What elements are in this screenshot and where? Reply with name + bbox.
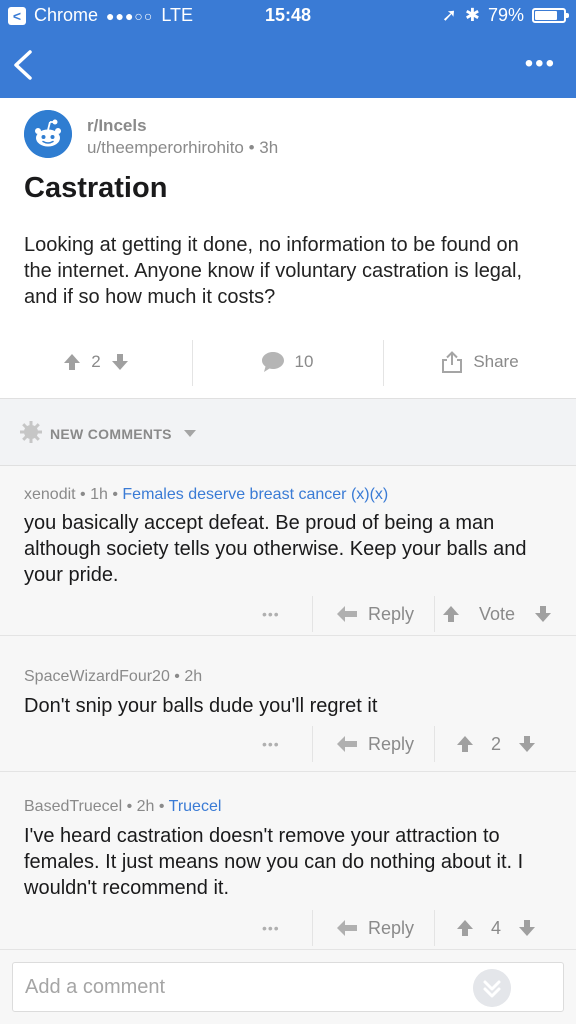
comment-item: xenodit • 1h • Females deserve breast ca… [0,466,576,636]
more-icon[interactable]: ••• [262,736,280,752]
comment-author[interactable]: BasedTruecel [24,798,122,815]
share-button[interactable]: Share [420,336,540,388]
meta-separator: • [174,668,185,685]
share-icon [442,351,463,373]
comments-button[interactable]: 10 [232,336,342,388]
comment-body: I've heard castration doesn't remove you… [24,825,524,899]
upvote-icon[interactable] [456,919,474,937]
post-author[interactable]: u/theemperorhirohito [87,138,244,157]
comment-score: Vote [478,603,516,624]
comment-count: 10 [294,352,314,371]
upvote-icon[interactable] [456,735,474,753]
battery-percent: 79% [487,5,524,25]
downvote-icon[interactable] [111,353,129,371]
downvote-icon[interactable] [534,605,552,623]
comment-meta: xenodit • 1h • Females deserve breast ca… [24,486,388,504]
reddit-alien-icon[interactable] [24,110,72,158]
comment-composer [0,950,576,1024]
meta-separator: • [112,486,123,503]
reply-label: Reply [368,603,415,624]
comment-author[interactable]: SpaceWizardFour20 [24,668,170,685]
reply-label: Reply [368,733,415,754]
more-icon[interactable]: ••• [262,606,280,622]
user-flair: Females deserve breast cancer (x)(x) [122,486,389,503]
comment-meta: SpaceWizardFour20 • 2h [24,668,202,686]
comment-actions: ••• Reply Vote [0,594,576,634]
chevron-down-icon [184,430,196,437]
reply-arrow-icon [337,736,357,752]
post-meta: u/theemperorhirohito • 3h [87,138,278,158]
reply-button[interactable]: Reply [336,594,414,634]
reply-arrow-icon [337,606,357,622]
divider [312,726,313,762]
sort-label: NEW COMMENTS [50,426,172,442]
gear-icon [20,421,42,443]
downvote-icon[interactable] [518,735,536,753]
comment-age: 2h [136,798,155,815]
location-icon: ➚ [441,5,457,25]
reply-button[interactable]: Reply [336,724,414,764]
comment-item: BasedTruecel • 2h • Truecel I've heard c… [0,772,576,950]
comment-input[interactable] [25,963,445,1011]
comment-score: 2 [490,733,501,754]
comment-item: SpaceWizardFour20 • 2h Don't snip your b… [0,636,576,772]
send-icon[interactable] [473,969,511,1007]
more-icon[interactable]: ••• [262,920,280,936]
post-card: r/Incels u/theemperorhirohito • 3h Castr… [0,98,576,398]
comment-age: 2h [184,668,203,685]
post-actions: 2 10 Share [0,336,576,388]
comment-body: you basically accept defeat. Be proud of… [24,512,527,586]
reply-button[interactable]: Reply [336,908,414,948]
post-score: 2 [91,352,101,371]
downvote-icon[interactable] [518,919,536,937]
bluetooth-icon: ✱ [464,5,480,25]
meta-separator: • [158,798,169,815]
user-flair: Truecel [168,798,222,815]
comment-body: Don't snip your balls dude you'll regret… [24,695,378,717]
reply-label: Reply [368,917,415,938]
meta-separator: • [80,486,91,503]
post-vote-group: 2 [40,336,152,388]
subreddit-name[interactable]: r/Incels [87,116,147,136]
share-label: Share [473,352,519,371]
meta-separator: • [126,798,137,815]
comment-actions: ••• Reply 4 [0,908,576,948]
comment-score: 4 [490,917,501,938]
divider [192,340,193,386]
battery-icon [532,8,569,23]
comment-vote-group: Vote [442,594,552,634]
comments-sort-bar[interactable]: NEW COMMENTS [0,398,576,466]
divider [434,596,435,632]
comment-age: 1h [90,486,108,503]
comment-vote-group: 4 [456,908,536,948]
comment-input-box[interactable] [12,962,564,1012]
comment-bubble-icon [261,352,284,372]
comment-author[interactable]: xenodit [24,486,76,503]
upvote-icon[interactable] [442,605,460,623]
post-title: Castration [24,172,168,204]
comment-meta: BasedTruecel • 2h • Truecel [24,798,221,816]
upvote-icon[interactable] [63,353,81,371]
reply-arrow-icon [337,920,357,936]
comment-vote-group: 2 [456,724,536,764]
post-body: Looking at getting it done, no informati… [24,234,523,308]
divider [312,596,313,632]
navigation-bar: ••• [0,34,576,98]
comment-actions: ••• Reply 2 [0,724,576,764]
meta-separator: • [248,138,260,157]
divider [434,910,435,946]
divider [312,910,313,946]
battery-fill [535,11,557,20]
back-arrow-icon[interactable] [10,48,38,82]
divider [434,726,435,762]
more-icon[interactable]: ••• [525,52,556,76]
status-bar: < Chrome ●●●○○ LTE 15:48 ➚ ✱ 79% [0,0,576,34]
divider [383,340,384,386]
post-age: 3h [259,138,279,157]
